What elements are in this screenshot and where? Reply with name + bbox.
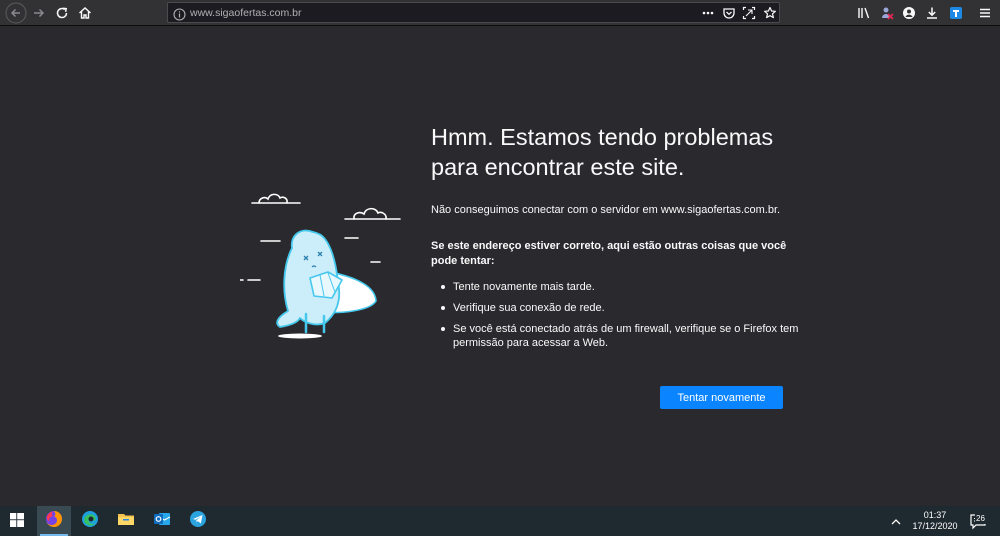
file-explorer-icon bbox=[116, 509, 136, 533]
taskbar-file-explorer[interactable] bbox=[109, 506, 143, 536]
suggestions-title: Se este endereço estiver correto, aqui e… bbox=[431, 240, 787, 267]
notification-count-badge: 26 bbox=[975, 514, 986, 524]
screenshot-icon[interactable] bbox=[741, 5, 757, 21]
windows-taskbar: 01:37 17/12/2020 bbox=[0, 506, 1000, 536]
extension-button-2[interactable] bbox=[944, 1, 968, 25]
error-description: Não conseguimos conectar com o servidor … bbox=[431, 204, 781, 216]
back-button[interactable] bbox=[4, 1, 28, 25]
cloud-icon bbox=[344, 207, 401, 220]
forward-arrow-icon bbox=[31, 5, 47, 21]
blocked-extension-icon bbox=[879, 5, 895, 21]
taskbar-firefox[interactable] bbox=[37, 506, 71, 536]
error-illustration bbox=[239, 186, 425, 346]
reload-icon bbox=[54, 5, 70, 21]
list-item: Se você está conectado atrás de um firew… bbox=[431, 322, 801, 350]
extension-button-1[interactable] bbox=[875, 1, 899, 25]
start-button[interactable] bbox=[0, 506, 34, 536]
pocket-icon[interactable] bbox=[721, 5, 737, 21]
outlook-icon bbox=[152, 509, 172, 533]
taskbar-telegram[interactable] bbox=[181, 506, 215, 536]
download-icon bbox=[924, 5, 940, 21]
forward-button[interactable] bbox=[27, 1, 51, 25]
telegram-icon bbox=[188, 509, 208, 533]
library-icon bbox=[856, 5, 872, 21]
cloud-icon bbox=[251, 193, 301, 204]
library-button[interactable] bbox=[852, 1, 876, 25]
hamburger-menu-icon bbox=[977, 5, 993, 21]
firefox-icon bbox=[44, 509, 64, 533]
browser-toolbar: www.sigaofertas.com.br bbox=[0, 0, 1000, 26]
downloads-button[interactable] bbox=[920, 1, 944, 25]
show-hidden-icons-chevron-icon[interactable] bbox=[889, 514, 903, 528]
edge-icon bbox=[80, 509, 100, 533]
page-actions-icon[interactable] bbox=[700, 5, 716, 21]
info-icon[interactable] bbox=[173, 6, 186, 21]
account-icon bbox=[901, 5, 917, 21]
url-bar[interactable]: www.sigaofertas.com.br bbox=[167, 2, 780, 23]
url-text[interactable]: www.sigaofertas.com.br bbox=[190, 6, 301, 20]
taskbar-edge[interactable] bbox=[73, 506, 107, 536]
clock-time: 01:37 bbox=[923, 510, 947, 520]
suggestions-list: Tente novamente mais tarde. Verifique su… bbox=[431, 280, 801, 357]
error-title: Hmm. Estamos tendo problemas para encont… bbox=[431, 124, 774, 180]
account-button[interactable] bbox=[897, 1, 921, 25]
reload-button[interactable] bbox=[50, 1, 74, 25]
menu-button[interactable] bbox=[973, 1, 997, 25]
windows-start-icon bbox=[10, 512, 24, 531]
list-item: Verifique sua conexão de rede. bbox=[431, 301, 801, 315]
home-icon bbox=[77, 5, 93, 21]
home-button[interactable] bbox=[73, 1, 97, 25]
taskbar-outlook[interactable] bbox=[145, 506, 179, 536]
extension-shield-icon bbox=[948, 5, 964, 21]
back-arrow-icon bbox=[5, 2, 27, 24]
clock-date: 17/12/2020 bbox=[912, 521, 958, 531]
list-item: Tente novamente mais tarde. bbox=[431, 280, 801, 294]
system-clock[interactable]: 01:37 17/12/2020 bbox=[905, 510, 965, 532]
try-again-button[interactable]: Tentar novamente bbox=[660, 386, 783, 409]
bookmark-star-icon[interactable] bbox=[762, 5, 778, 21]
